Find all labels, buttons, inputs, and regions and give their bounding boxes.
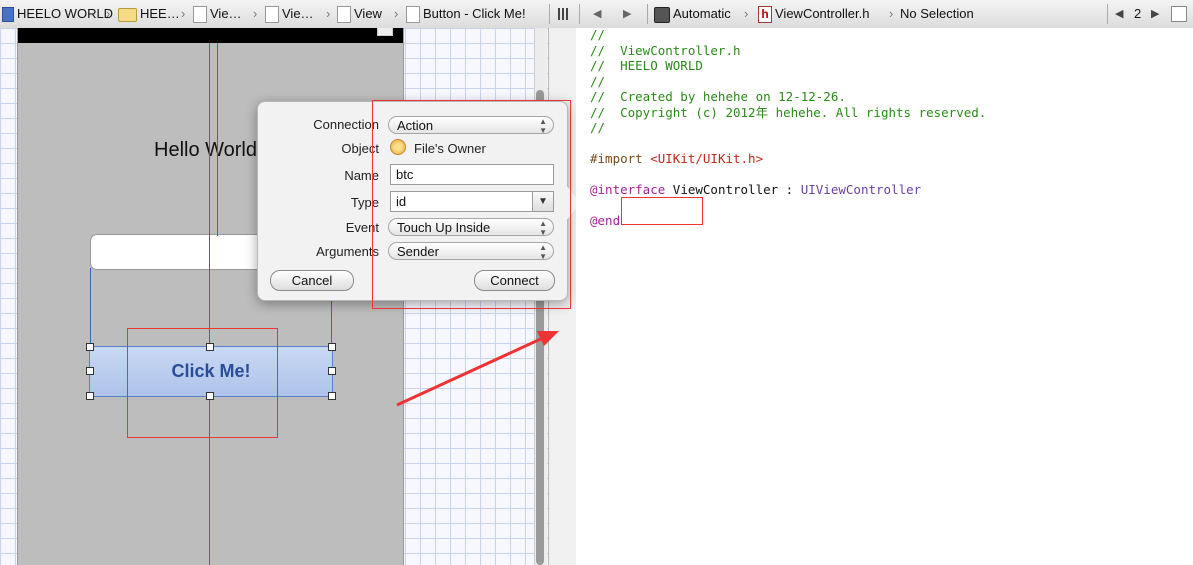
- connection-label: Connection: [313, 117, 379, 132]
- header-file-icon: h: [758, 6, 772, 24]
- crumb-storyboard-1-label: Vie…: [210, 6, 242, 21]
- counter-prev-button[interactable]: ◀: [1115, 0, 1123, 28]
- crumb-selection-label: No Selection: [900, 6, 974, 21]
- crumb-view[interactable]: View: [337, 0, 382, 28]
- crumb-storyboard-2[interactable]: Vie…: [265, 0, 314, 28]
- guide-line: [209, 43, 210, 565]
- back-arrow-icon[interactable]: ◀: [593, 0, 601, 28]
- crumb-button[interactable]: Button - Click Me!: [406, 0, 526, 28]
- code-comment-line: // ViewController.h: [590, 42, 741, 58]
- assistant-icon: [654, 6, 670, 23]
- chevron-icon: ›: [106, 6, 111, 21]
- guide-line: [217, 43, 218, 236]
- annotation-box-target: [621, 197, 703, 225]
- crumb-storyboard-1[interactable]: Vie…: [193, 0, 242, 28]
- code-comment-line: // Copyright (c) 2012年 hehehe. All right…: [590, 104, 987, 120]
- chevron-icon: ›: [744, 6, 749, 21]
- folder-icon: [118, 7, 137, 22]
- crumb-file[interactable]: h ViewController.h: [758, 0, 869, 28]
- crumb-project[interactable]: HEELO WORLD: [2, 0, 113, 28]
- document-icon: [406, 6, 420, 24]
- forward-arrow-icon[interactable]: ▶: [623, 0, 631, 28]
- crumb-automatic[interactable]: Automatic: [654, 0, 731, 28]
- crumb-file-label: ViewController.h: [775, 6, 870, 21]
- end-keyword: @end: [590, 213, 621, 228]
- battery-icon: [377, 28, 393, 36]
- resize-handle[interactable]: [328, 343, 336, 351]
- import-path: <UIKit/UIKit.h>: [650, 151, 764, 166]
- project-icon: [2, 7, 14, 23]
- resize-handle[interactable]: [86, 392, 94, 400]
- crumb-group[interactable]: HEE…: [118, 0, 180, 28]
- object-label: Object: [341, 141, 379, 156]
- resize-handle[interactable]: [328, 392, 336, 400]
- interface-declaration: ViewController :: [665, 182, 801, 197]
- event-label: Event: [345, 220, 379, 235]
- crumb-selection[interactable]: No Selection: [900, 0, 974, 28]
- hello-world-label[interactable]: Hello World: [154, 139, 257, 162]
- document-icon: [193, 6, 207, 24]
- add-editor-button[interactable]: [1171, 6, 1187, 22]
- status-bar: [18, 28, 403, 43]
- superclass-name: UIViewController: [800, 182, 922, 197]
- related-items-icon[interactable]: [558, 8, 570, 20]
- resize-handle[interactable]: [328, 367, 336, 375]
- text-field[interactable]: [90, 234, 272, 270]
- crumb-project-label: HEELO WORLD: [17, 6, 114, 21]
- import-directive: #import: [590, 151, 651, 166]
- code-comment-line: //: [590, 73, 606, 89]
- document-icon: [265, 6, 279, 24]
- crumb-automatic-label: Automatic: [673, 6, 731, 21]
- annotation-box-popover: [372, 100, 571, 309]
- code-comment-line: // HEELO WORLD: [590, 58, 703, 73]
- crumb-button-label: Button - Click Me!: [423, 6, 526, 21]
- document-icon: [337, 6, 351, 24]
- chevron-icon: ›: [253, 6, 258, 21]
- chevron-icon: ›: [326, 6, 331, 21]
- resize-handle[interactable]: [86, 343, 94, 351]
- resize-handle[interactable]: [86, 367, 94, 375]
- crumb-storyboard-2-label: Vie…: [282, 6, 314, 21]
- name-label: Name: [344, 168, 379, 183]
- type-label: Type: [350, 195, 379, 210]
- guide-line: [90, 268, 91, 348]
- chevron-icon: ›: [889, 6, 894, 21]
- arguments-label: Arguments: [316, 244, 379, 259]
- code-comment-line: //: [590, 120, 606, 135]
- chevron-icon: ›: [181, 6, 186, 21]
- counter-label: 2: [1134, 6, 1142, 21]
- counter-next-button[interactable]: ▶: [1151, 0, 1159, 28]
- chevron-icon: ›: [394, 6, 399, 21]
- annotation-box-button: [127, 328, 278, 438]
- crumb-view-label: View: [354, 6, 382, 21]
- code-comment-line: // Created by hehehe on 12-12-26.: [590, 89, 846, 104]
- interface-keyword: @interface: [590, 182, 666, 197]
- code-comment-line: //: [590, 27, 606, 42]
- cancel-button[interactable]: Cancel: [270, 270, 354, 291]
- crumb-group-label: HEE…: [140, 6, 180, 21]
- jump-bar: HEELO WORLD › HEE… › Vie… › Vie… › View …: [0, 0, 1193, 29]
